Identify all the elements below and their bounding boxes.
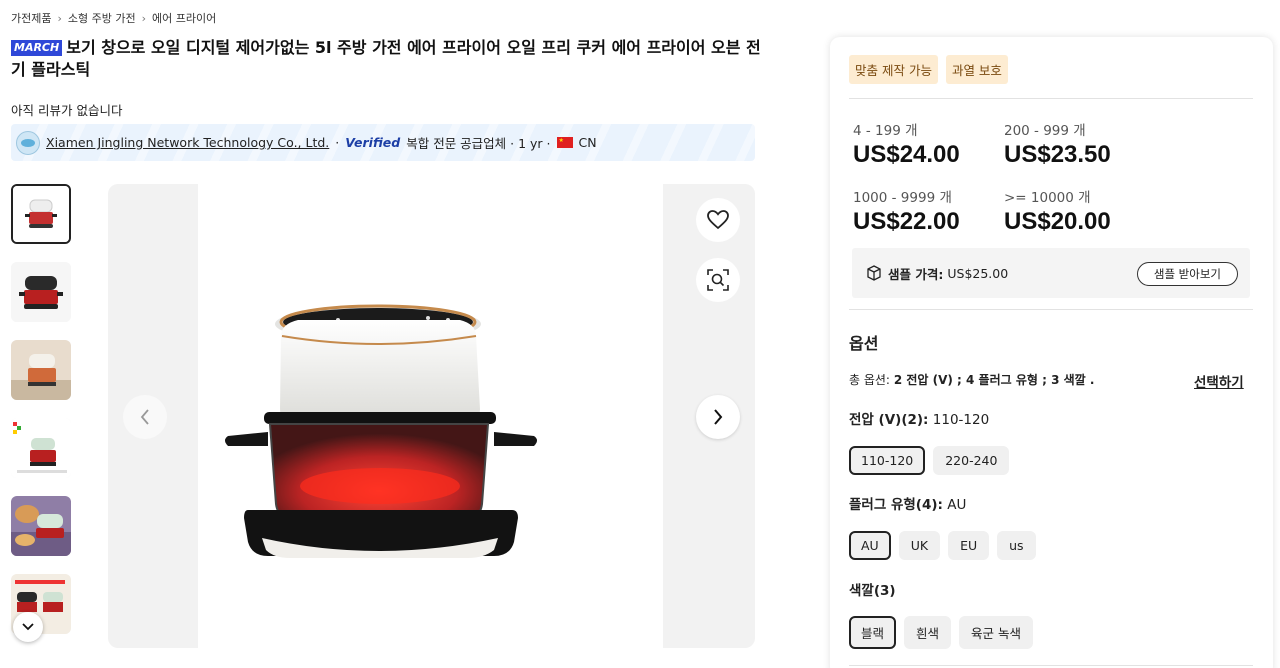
- chevron-down-icon: [22, 623, 34, 631]
- divider: [849, 98, 1253, 99]
- voltage-option[interactable]: 220-240: [933, 446, 1010, 475]
- plug-label: 플러그 유형(4): AU: [849, 493, 966, 513]
- thumbnail-image: [11, 262, 71, 322]
- plug-choices: AU UK EU us: [849, 531, 1036, 560]
- march-badge: MARCH: [11, 40, 63, 56]
- verified-badge[interactable]: Verified: [345, 135, 400, 150]
- feature-tag: 과열 보호: [945, 55, 1008, 84]
- color-option[interactable]: 육군 녹색: [959, 616, 1034, 649]
- thumbnail-1[interactable]: [11, 184, 71, 244]
- color-option[interactable]: 흰색: [904, 616, 952, 649]
- voltage-label: 전압 (V)(2): 110-120: [849, 408, 989, 428]
- voltage-label-name: 전압 (V)(2):: [849, 412, 929, 428]
- purchase-panel: 맞춤 제작 가능 과열 보호 4 - 199 개 US$24.00 200 - …: [830, 37, 1273, 668]
- supplier-logo[interactable]: [16, 130, 40, 155]
- product-title-text: 보기 창으로 오일 디지털 제어가없는 5l 주방 가전 에어 프라이어 오일 …: [11, 38, 761, 79]
- image-search-icon: [707, 269, 729, 291]
- next-image-button[interactable]: [696, 395, 740, 439]
- plug-option[interactable]: EU: [948, 531, 990, 560]
- image-search-button[interactable]: [696, 258, 740, 302]
- tier-range: 4 - 199 개: [853, 123, 918, 139]
- options-summary: 총 옵션: 2 전압 (V) ; 4 플러그 유형 ; 3 색깔 .: [849, 371, 1094, 388]
- supplier-country: CN: [578, 135, 597, 150]
- color-label: 색깔(3): [849, 579, 896, 599]
- heart-icon: [707, 210, 729, 230]
- price-tier: >= 10000 개 US$20.00: [1004, 186, 1111, 236]
- feature-tag: 맞춤 제작 가능: [849, 55, 938, 84]
- chevron-right-icon: ›: [57, 11, 62, 25]
- tier-range: 200 - 999 개: [1004, 123, 1086, 139]
- voltage-selected-value: 110-120: [932, 412, 990, 428]
- previous-image-button[interactable]: [123, 395, 167, 439]
- tier-price: US$22.00: [853, 208, 960, 235]
- breadcrumb-item[interactable]: 가전제품: [11, 10, 51, 26]
- main-product-image: [198, 184, 663, 648]
- tier-range: 1000 - 9999 개: [853, 190, 952, 206]
- breadcrumb: 가전제품 › 소형 주방 가전 › 에어 프라이어: [11, 10, 216, 26]
- chevron-right-icon: [714, 409, 723, 425]
- tier-range: >= 10000 개: [1004, 190, 1091, 206]
- box-icon: [867, 265, 881, 281]
- thumbnail-image: [11, 418, 71, 478]
- tier-price: US$23.50: [1004, 141, 1111, 168]
- separator-dot: ·: [335, 135, 340, 150]
- thumbnail-4[interactable]: [11, 418, 71, 478]
- thumbnail-image: [13, 186, 69, 242]
- breadcrumb-item[interactable]: 소형 주방 가전: [68, 10, 136, 26]
- favorite-button[interactable]: [696, 198, 740, 242]
- chevron-left-icon: [140, 409, 149, 425]
- air-fryer-image: [225, 304, 537, 558]
- get-sample-button[interactable]: 샘플 받아보기: [1136, 262, 1238, 286]
- china-flag-icon: [556, 137, 573, 148]
- color-option[interactable]: 블랙: [849, 616, 897, 649]
- supplier-bar: Xiamen Jingling Network Technology Co., …: [11, 124, 755, 161]
- tier-price: US$20.00: [1004, 208, 1111, 235]
- plug-option[interactable]: AU: [849, 531, 891, 560]
- chevron-right-icon: ›: [141, 11, 147, 25]
- plug-option[interactable]: us: [997, 531, 1036, 560]
- feature-tags: 맞춤 제작 가능 과열 보호: [849, 55, 1008, 84]
- tier-price: US$24.00: [853, 141, 960, 168]
- supplier-name-link[interactable]: Xiamen Jingling Network Technology Co., …: [46, 135, 329, 150]
- thumbnail-2[interactable]: [11, 262, 71, 322]
- thumbnail-5[interactable]: [11, 496, 71, 556]
- thumbnail-list: [11, 184, 71, 652]
- options-summary-values: 2 전압 (V) ; 4 플러그 유형 ; 3 색깔 .: [893, 373, 1095, 387]
- breadcrumb-item[interactable]: 에어 프라이어: [152, 10, 216, 26]
- color-choices: 블랙 흰색 육군 녹색: [849, 616, 1034, 649]
- divider: [849, 665, 1253, 666]
- thumbnail-image: [11, 340, 71, 400]
- plug-selected-value: AU: [947, 497, 967, 513]
- product-title: MARCH 보기 창으로 오일 디지털 제어가없는 5l 주방 가전 에어 프라이…: [11, 37, 761, 81]
- thumbnail-3[interactable]: [11, 340, 71, 400]
- price-tier: 200 - 999 개 US$23.50: [1004, 119, 1111, 169]
- divider: [849, 309, 1253, 310]
- sample-label: 샘플 가격:: [888, 266, 944, 282]
- price-tier: 1000 - 9999 개 US$22.00: [853, 186, 960, 236]
- voltage-choices: 110-120 220-240: [849, 446, 1010, 475]
- select-options-link[interactable]: 선택하기: [1194, 371, 1244, 391]
- reviews-status: 아직 리뷰가 없습니다: [11, 103, 123, 118]
- sample-price: US$25.00: [947, 265, 1009, 281]
- supplier-type: 복합 전문 공급업체 · 1 yr ·: [406, 136, 551, 151]
- options-summary-prefix: 총 옵션:: [849, 373, 890, 387]
- price-tier: 4 - 199 개 US$24.00: [853, 119, 960, 169]
- options-title: 옵션: [849, 334, 879, 353]
- sample-price-box: 샘플 가격: US$25.00 샘플 받아보기: [852, 248, 1250, 298]
- product-gallery: [108, 184, 755, 648]
- voltage-option[interactable]: 110-120: [849, 446, 926, 475]
- plug-label-name: 플러그 유형(4):: [849, 497, 943, 513]
- thumbnail-image: [11, 496, 71, 556]
- plug-option[interactable]: UK: [898, 531, 941, 560]
- color-label-name: 색깔(3): [849, 583, 896, 599]
- thumbnails-scroll-down-button[interactable]: [13, 612, 43, 642]
